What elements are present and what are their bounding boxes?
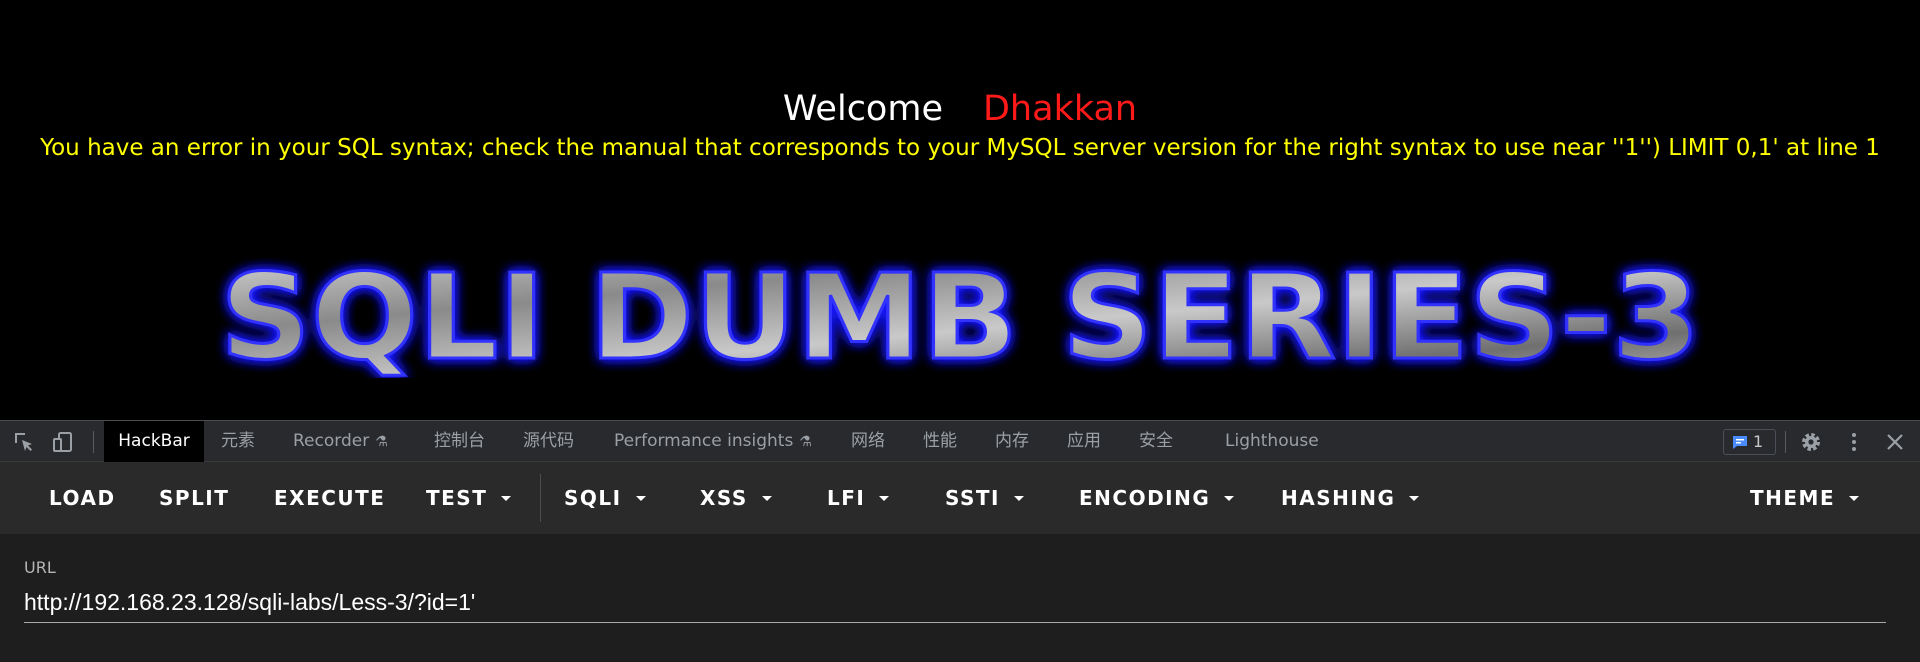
welcome-line: Welcome Dhakkan: [0, 86, 1920, 132]
url-input[interactable]: [24, 582, 1886, 623]
devtools-panel: HackBar 元素 Recorder ⚗ 控制台 源代码 Performance…: [0, 420, 1920, 662]
devtools-tabbar: HackBar 元素 Recorder ⚗ 控制台 源代码 Performance…: [0, 420, 1920, 462]
split-button[interactable]: SPLIT: [159, 462, 229, 534]
url-section: URL: [0, 534, 1920, 662]
chevron-down-icon: [501, 495, 512, 501]
issues-badge[interactable]: 1: [1723, 429, 1776, 455]
flask-icon: ⚗: [375, 434, 388, 450]
encoding-dropdown[interactable]: ENCODING: [1079, 462, 1235, 534]
load-button[interactable]: LOAD: [49, 462, 116, 534]
tab-security[interactable]: 安全: [1139, 421, 1173, 462]
toolbar-divider: [93, 431, 94, 453]
chevron-down-icon: [761, 495, 772, 501]
flask-icon: ⚗: [799, 434, 812, 450]
hackbar-toolbar: LOAD SPLIT EXECUTE TEST SQLI XSS LFI SST…: [0, 462, 1920, 534]
close-icon[interactable]: [1883, 430, 1907, 454]
hashing-dropdown[interactable]: HASHING: [1281, 462, 1420, 534]
message-icon: [1733, 436, 1747, 449]
tab-memory[interactable]: 内存: [995, 421, 1029, 462]
theme-dropdown[interactable]: THEME: [1750, 462, 1860, 534]
ssti-dropdown[interactable]: SSTI: [945, 462, 1024, 534]
xss-dropdown[interactable]: XSS: [700, 462, 772, 534]
tab-performance[interactable]: 性能: [923, 421, 957, 462]
inspect-icon[interactable]: [12, 430, 36, 454]
sql-error-message: You have an error in your SQL syntax; ch…: [40, 135, 1880, 161]
test-dropdown[interactable]: TEST: [426, 462, 512, 534]
tab-performance-insights[interactable]: Performance insights ⚗: [614, 421, 812, 462]
execute-button[interactable]: EXECUTE: [274, 462, 385, 534]
tab-console[interactable]: 控制台: [434, 421, 485, 462]
settings-gear-icon[interactable]: [1799, 430, 1823, 454]
chevron-down-icon: [1849, 495, 1860, 501]
tab-recorder[interactable]: Recorder ⚗: [293, 421, 388, 462]
url-label: URL: [24, 558, 56, 577]
tab-application[interactable]: 应用: [1067, 421, 1101, 462]
tab-hackbar[interactable]: HackBar: [104, 421, 204, 462]
chevron-down-icon: [1409, 495, 1420, 501]
more-vertical-icon[interactable]: [1842, 430, 1866, 454]
chevron-down-icon: [879, 495, 890, 501]
web-page: Welcome Dhakkan You have an error in your…: [0, 0, 1920, 420]
banner-text: SQLI DUMB SERIES-3: [220, 258, 1700, 378]
tab-sources[interactable]: 源代码: [523, 421, 574, 462]
toolbar-divider: [1785, 431, 1786, 453]
banner-logo: SQLI DUMB SERIES-3: [219, 258, 1702, 378]
username: Dhakkan: [982, 89, 1138, 129]
sqli-dropdown[interactable]: SQLI: [564, 462, 646, 534]
issues-count: 1: [1753, 432, 1764, 451]
chevron-down-icon: [1224, 495, 1235, 501]
welcome-label: Welcome: [782, 89, 943, 129]
tab-lighthouse[interactable]: Lighthouse: [1225, 421, 1319, 462]
chevron-down-icon: [1014, 495, 1024, 501]
toolbar-divider: [540, 474, 541, 522]
chevron-down-icon: [635, 495, 646, 501]
lfi-dropdown[interactable]: LFI: [827, 462, 890, 534]
tab-network[interactable]: 网络: [851, 421, 885, 462]
device-toggle-icon[interactable]: [52, 430, 76, 454]
tab-elements[interactable]: 元素: [221, 421, 255, 462]
